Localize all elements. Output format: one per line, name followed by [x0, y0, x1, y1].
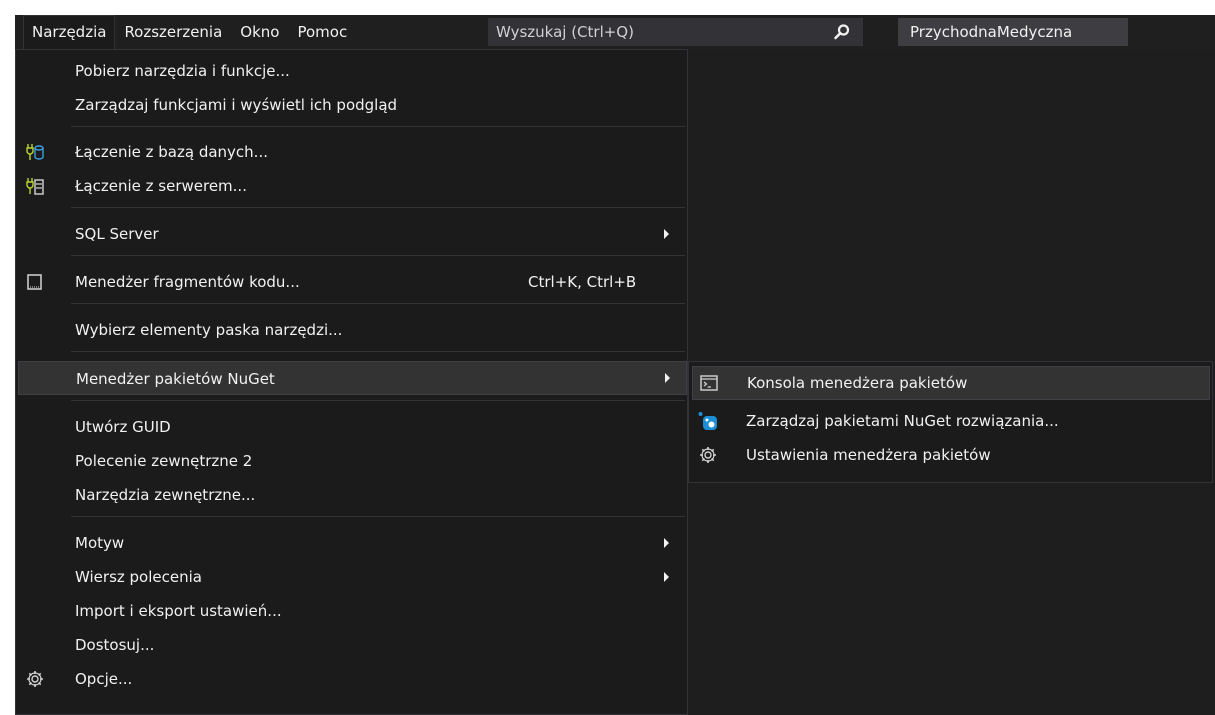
- menu-item-connect-database[interactable]: Łączenie z bazą danych...: [16, 135, 687, 169]
- database-connect-icon: [26, 144, 44, 160]
- menu-tools[interactable]: Narzędzia: [23, 15, 116, 50]
- menu-item-label: Zarządzaj funkcjami i wyświetl ich podgl…: [75, 96, 398, 114]
- gear-icon: [27, 671, 43, 687]
- search-box[interactable]: Wyszukaj (Ctrl+Q): [488, 18, 863, 46]
- menu-item-label: Opcje...: [75, 670, 133, 688]
- submenu-arrow-icon: [665, 373, 670, 383]
- menu-item-label: Dostosuj...: [75, 636, 155, 654]
- ide-window: Narzędzia Rozszerzenia Okno Pomoc Wyszuk…: [15, 15, 1215, 715]
- console-icon: [700, 375, 718, 391]
- menu-separator: [71, 516, 685, 517]
- menu-item-command-line[interactable]: Wiersz polecenia: [16, 560, 687, 594]
- menu-item-manage-features[interactable]: Zarządzaj funkcjami i wyświetl ich podgl…: [16, 88, 687, 122]
- menu-item-label: Wiersz polecenia: [75, 568, 202, 586]
- menu-item-label: Pobierz narzędzia i funkcje...: [75, 62, 290, 80]
- search-placeholder: Wyszukaj (Ctrl+Q): [496, 23, 634, 41]
- menu-item-snippets-manager[interactable]: Menedżer fragmentów kodu... Ctrl+K, Ctrl…: [16, 265, 687, 299]
- menu-separator: [71, 255, 685, 256]
- gear-icon: [700, 447, 716, 463]
- menu-item-label: Wybierz elementy paska narzędzi...: [75, 321, 343, 339]
- submenu-item-label: Konsola menedżera pakietów: [747, 374, 968, 392]
- snippet-icon: [27, 274, 42, 290]
- menu-item-label: Łączenie z serwerem...: [75, 177, 247, 195]
- menu-separator: [71, 207, 685, 208]
- menu-item-create-guid[interactable]: Utwórz GUID: [16, 410, 687, 444]
- submenu-item-package-manager-console[interactable]: Konsola menedżera pakietów: [692, 366, 1210, 400]
- menu-item-shortcut: Ctrl+K, Ctrl+B: [528, 273, 637, 291]
- nuget-icon: [698, 412, 717, 430]
- menu-help[interactable]: Pomoc: [288, 16, 356, 49]
- menu-item-label: Łączenie z bazą danych...: [75, 143, 268, 161]
- submenu-arrow-icon: [664, 538, 669, 548]
- menu-item-nuget-package-manager[interactable]: Menedżer pakietów NuGet: [18, 361, 687, 395]
- submenu-arrow-icon: [664, 572, 669, 582]
- menu-separator: [71, 303, 685, 304]
- menu-item-sql-server[interactable]: SQL Server: [16, 217, 687, 251]
- menu-separator: [71, 126, 685, 127]
- menu-item-label: Menedżer fragmentów kodu...: [75, 273, 300, 291]
- menu-item-label: Motyw: [75, 534, 125, 552]
- menu-item-customize[interactable]: Dostosuj...: [16, 628, 687, 662]
- submenu-item-label: Ustawienia menedżera pakietów: [746, 446, 991, 464]
- menu-item-label: Menedżer pakietów NuGet: [76, 370, 275, 388]
- nuget-submenu: Konsola menedżera pakietów Zarządzaj pak…: [688, 361, 1213, 483]
- server-connect-icon: [26, 178, 44, 195]
- menu-item-label: Import i eksport ustawień...: [75, 602, 282, 620]
- menu-separator: [71, 351, 685, 352]
- menu-item-label: Polecenie zewnętrzne 2: [75, 452, 253, 470]
- menu-item-label: Narzędzia zewnętrzne...: [75, 486, 256, 504]
- menu-item-external-tools[interactable]: Narzędzia zewnętrzne...: [16, 478, 687, 512]
- menu-item-get-tools[interactable]: Pobierz narzędzia i funkcje...: [16, 54, 687, 88]
- menu-item-connect-server[interactable]: Łączenie z serwerem...: [16, 169, 687, 203]
- menu-window[interactable]: Okno: [231, 16, 288, 49]
- submenu-item-manage-nuget-packages[interactable]: Zarządzaj pakietami NuGet rozwiązania...: [689, 404, 1212, 438]
- search-icon[interactable]: [833, 23, 851, 41]
- submenu-arrow-icon: [664, 229, 669, 239]
- menu-item-choose-toolbox-items[interactable]: Wybierz elementy paska narzędzi...: [16, 313, 687, 347]
- tools-menu: Pobierz narzędzia i funkcje... Zarządzaj…: [15, 49, 688, 715]
- menu-item-external-command-2[interactable]: Polecenie zewnętrzne 2: [16, 444, 687, 478]
- submenu-item-label: Zarządzaj pakietami NuGet rozwiązania...: [746, 412, 1059, 430]
- menu-separator: [71, 400, 685, 401]
- menu-extensions[interactable]: Rozszerzenia: [115, 16, 231, 49]
- menu-item-theme[interactable]: Motyw: [16, 526, 687, 560]
- menu-item-options[interactable]: Opcje...: [16, 662, 687, 696]
- menu-item-label: Utwórz GUID: [75, 418, 171, 436]
- menu-item-import-export-settings[interactable]: Import i eksport ustawień...: [16, 594, 687, 628]
- solution-name-badge: PrzychodnaMedyczna: [898, 18, 1128, 46]
- submenu-item-package-manager-settings[interactable]: Ustawienia menedżera pakietów: [689, 438, 1212, 472]
- menu-item-label: SQL Server: [75, 225, 159, 243]
